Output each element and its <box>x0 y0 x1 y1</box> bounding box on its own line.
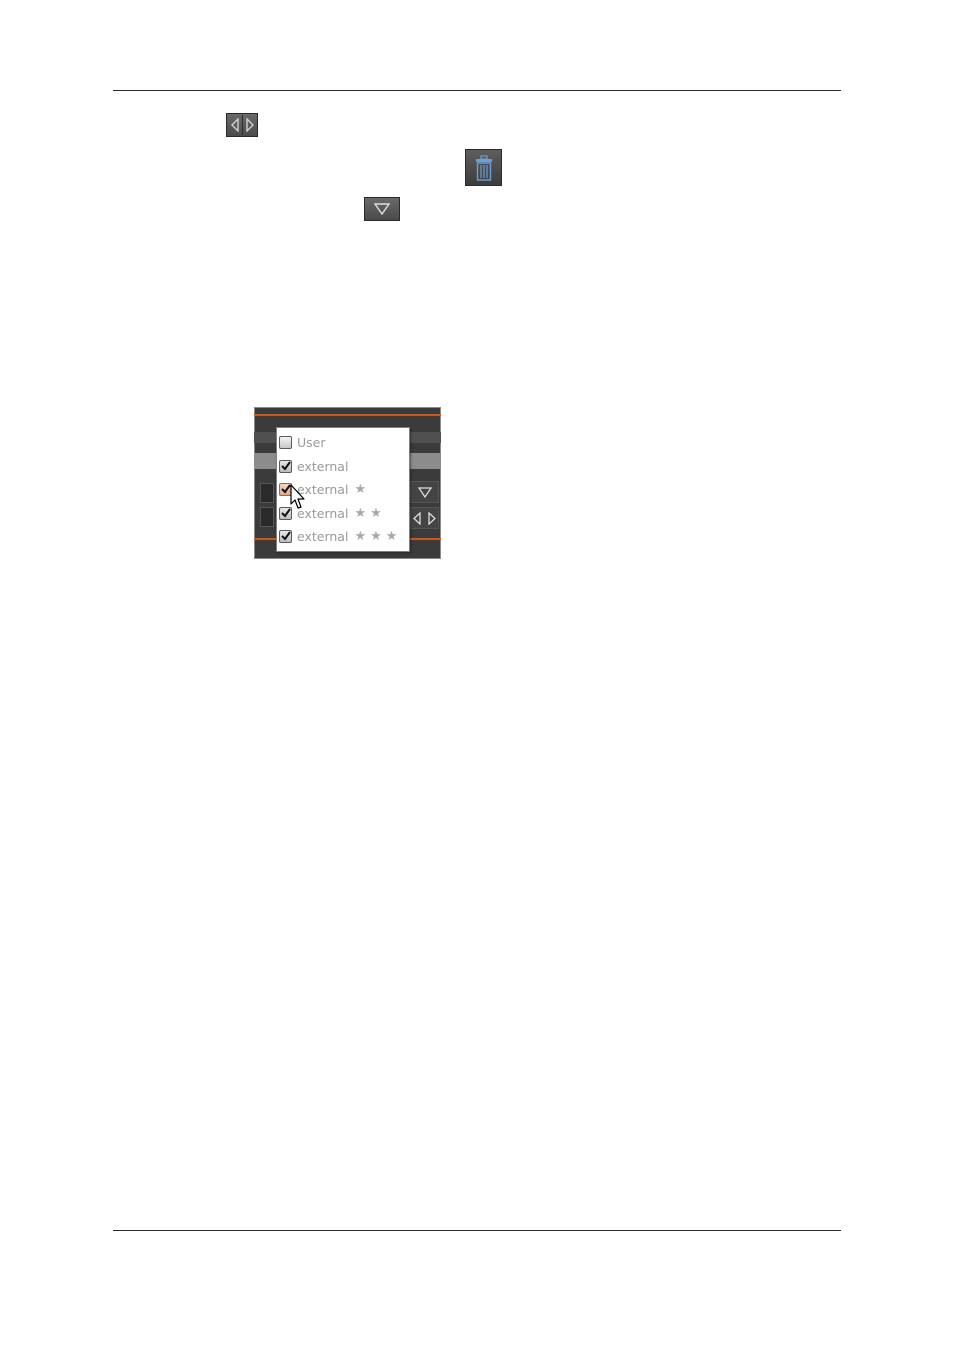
checkbox[interactable] <box>279 529 292 543</box>
accent-line-top <box>254 414 441 416</box>
panel-button <box>260 483 274 503</box>
panel-nav-button <box>410 507 439 529</box>
trash-can-icon <box>475 154 492 181</box>
filter-item-user[interactable]: User <box>279 432 326 452</box>
panel-button <box>260 507 274 527</box>
mouse-pointer-icon <box>290 484 305 509</box>
checkmark-icon <box>280 531 291 541</box>
checkbox[interactable] <box>279 459 292 473</box>
filter-item-external[interactable]: external <box>279 456 348 476</box>
triangle-right-icon <box>245 118 254 132</box>
filter-item-label: external <box>297 458 349 474</box>
trash-icon <box>465 149 502 186</box>
star-rating: ★★ <box>354 505 386 521</box>
checkmark-icon <box>280 461 291 471</box>
star-rating: ★★★ <box>354 528 402 544</box>
triangle-down-icon <box>374 203 390 215</box>
star-rating: ★ <box>354 481 371 497</box>
header-rule <box>113 90 841 91</box>
divider <box>241 115 243 135</box>
filter-item-label: external <box>297 528 349 544</box>
triangle-left-icon <box>413 512 421 525</box>
checkbox[interactable] <box>279 435 292 449</box>
triangle-right-icon <box>428 512 436 525</box>
triangle-down-icon <box>417 487 433 499</box>
footer-rule <box>113 1230 841 1231</box>
checkmark-icon <box>280 508 291 518</box>
triangle-left-icon <box>230 118 239 132</box>
filter-item-external-3-stars[interactable]: external ★★★ <box>279 526 401 546</box>
filter-item-label: User <box>297 434 326 450</box>
panel-filter-button <box>410 481 439 503</box>
checkmark-icon <box>280 484 291 494</box>
nav-left-right-icon <box>226 113 258 137</box>
filter-dropdown-icon <box>364 197 400 221</box>
